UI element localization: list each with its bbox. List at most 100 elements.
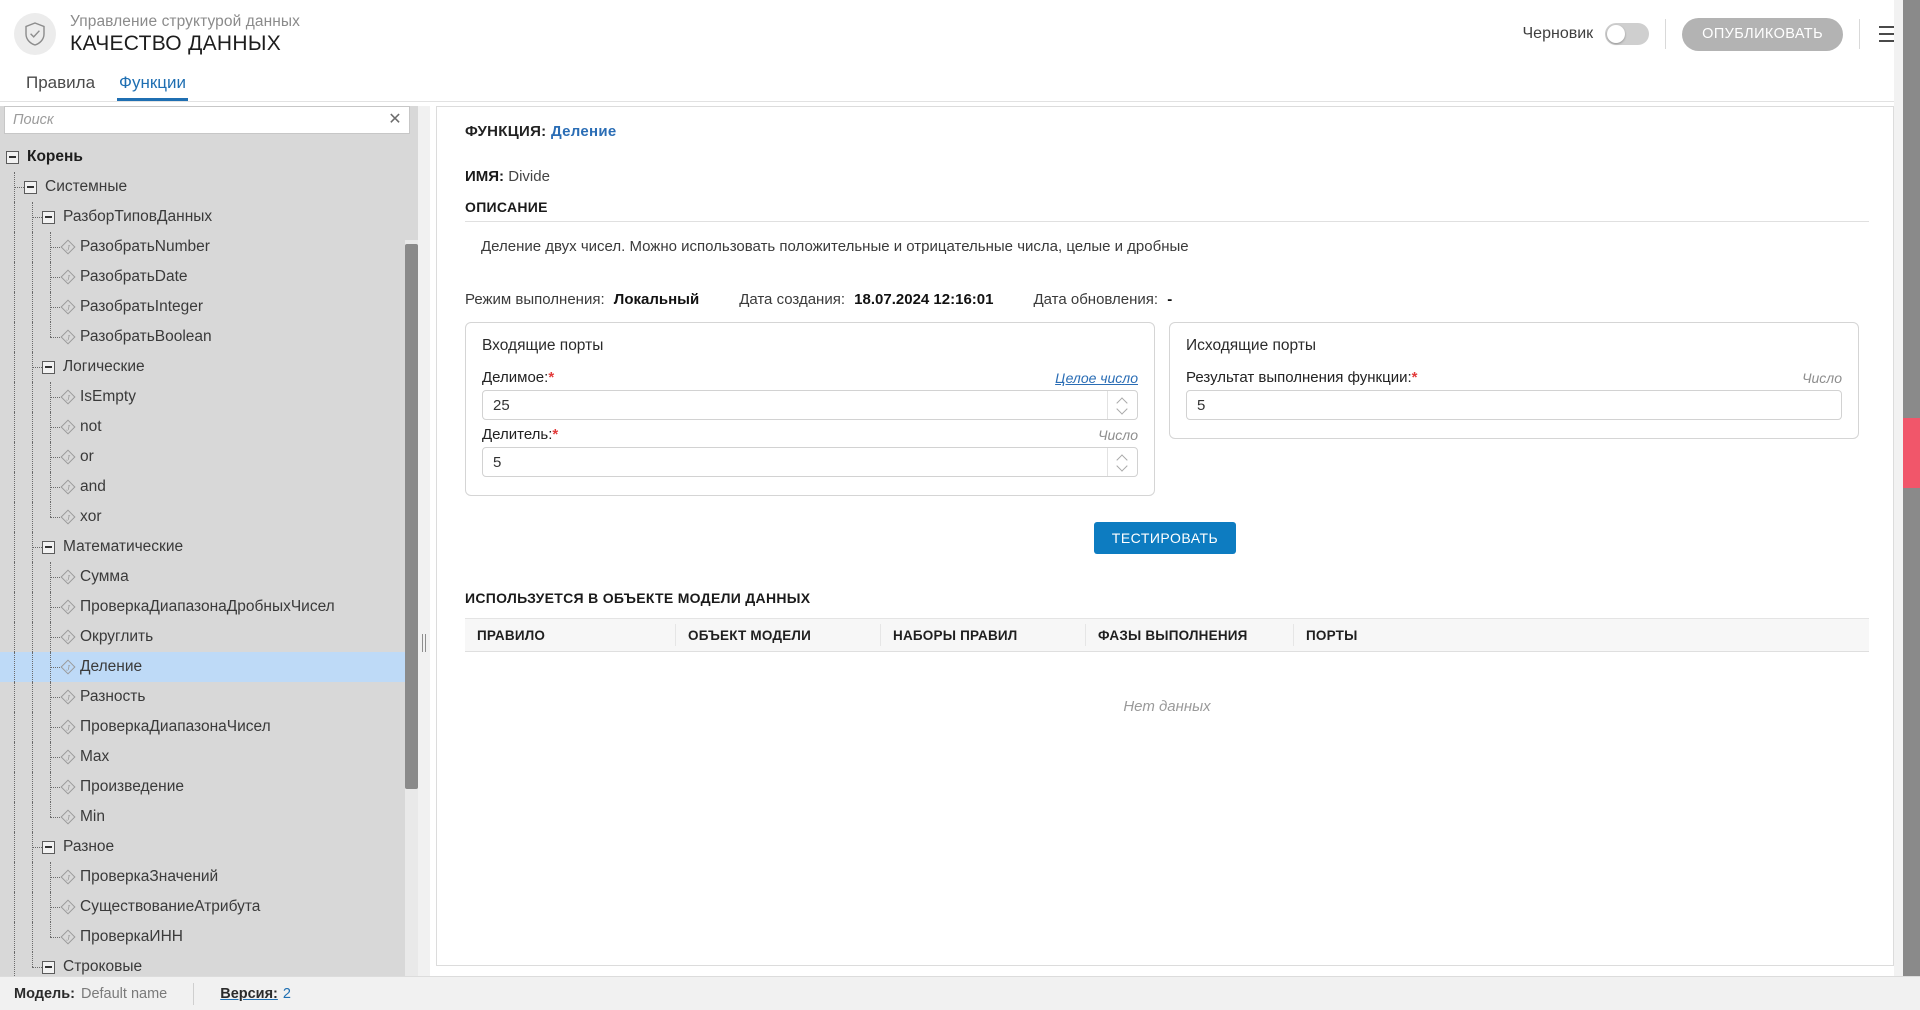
- tree-guide-segment: [42, 622, 60, 652]
- tree-collapse-icon[interactable]: [42, 841, 55, 854]
- close-icon[interactable]: ✕: [381, 112, 409, 128]
- usage-table-header: ПРАВИЛООБЪЕКТ МОДЕЛИНАБОРЫ ПРАВИЛФАЗЫ ВЫ…: [465, 618, 1869, 652]
- tree-collapse-icon[interactable]: [42, 361, 55, 374]
- tree-node[interactable]: Логические: [0, 352, 410, 382]
- tree-node[interactable]: JПроверкаДиапазонаДробныхЧисел: [0, 592, 410, 622]
- sidebar-scrollbar-thumb[interactable]: [405, 244, 418, 789]
- chevron-up-icon[interactable]: [1118, 399, 1127, 404]
- version-link[interactable]: Версия:: [220, 986, 278, 1002]
- tree-guide-segment: [24, 892, 42, 922]
- tree-node[interactable]: JСумма: [0, 562, 410, 592]
- tree-guide-segment: [6, 562, 24, 592]
- tree-collapse-icon[interactable]: [42, 961, 55, 974]
- port-type-link[interactable]: Целое число: [1055, 370, 1138, 386]
- sidebar-splitter[interactable]: [418, 106, 430, 976]
- tree-node-label: not: [78, 418, 102, 436]
- tree-node[interactable]: JРазобратьDate: [0, 262, 410, 292]
- port-input-wrapper[interactable]: [482, 447, 1138, 477]
- tree-collapse-icon[interactable]: [42, 211, 55, 224]
- function-name-link[interactable]: Деление: [551, 123, 617, 140]
- tree-node[interactable]: JРазобратьInteger: [0, 292, 410, 322]
- tree-node[interactable]: Jand: [0, 472, 410, 502]
- tree-node[interactable]: JПроверкаДиапазонаЧисел: [0, 712, 410, 742]
- tree-guide-segment: [42, 292, 60, 322]
- search-box[interactable]: ✕: [4, 106, 410, 134]
- tree-guide-segment: [24, 532, 42, 562]
- tree-node[interactable]: JMax: [0, 742, 410, 772]
- tree-guide-segment: [24, 712, 42, 742]
- tree-guides: [6, 802, 60, 832]
- tree-node[interactable]: JПроизведение: [0, 772, 410, 802]
- tab-functions[interactable]: Функции: [107, 73, 198, 101]
- tree-guide-segment: [42, 922, 60, 952]
- search-input[interactable]: [5, 112, 381, 128]
- tree-node[interactable]: JРазобратьBoolean: [0, 322, 410, 352]
- app-title: КАЧЕСТВО ДАННЫХ: [70, 31, 300, 56]
- tree-node[interactable]: Разное: [0, 832, 410, 862]
- tree-node[interactable]: JПроверкаИНН: [0, 922, 410, 952]
- publish-button[interactable]: ОПУБЛИКОВАТЬ: [1682, 18, 1843, 51]
- tree-node-label: РазобратьInteger: [78, 298, 203, 316]
- tree-node[interactable]: JРазность: [0, 682, 410, 712]
- tree-node[interactable]: JПроверкаЗначений: [0, 862, 410, 892]
- chevron-down-icon[interactable]: [1118, 464, 1127, 469]
- tree-node[interactable]: Строковые: [0, 952, 410, 976]
- tree-guides: [6, 412, 60, 442]
- number-stepper[interactable]: [1107, 391, 1137, 419]
- brand: Управление структурой данных КАЧЕСТВО ДА…: [14, 12, 300, 56]
- tree-guide-segment: [42, 712, 60, 742]
- tree-guide-segment: [6, 202, 24, 232]
- chevron-down-icon[interactable]: [1118, 407, 1127, 412]
- tree-guides: [6, 682, 60, 712]
- port-input-wrapper[interactable]: [1186, 390, 1842, 420]
- port-value-input[interactable]: [1187, 397, 1841, 414]
- page-scrollbar[interactable]: [1903, 0, 1920, 1010]
- chevron-up-icon[interactable]: [1118, 456, 1127, 461]
- tree-guide-segment: [6, 652, 24, 682]
- tree-node[interactable]: Математические: [0, 532, 410, 562]
- tree-node[interactable]: JДеление: [0, 652, 410, 682]
- tree-node[interactable]: JIsEmpty: [0, 382, 410, 412]
- tree-node[interactable]: JОкруглить: [0, 622, 410, 652]
- port-value-input[interactable]: [483, 397, 1107, 414]
- input-ports-card: Входящие порты Делимое:*Целое числоДелит…: [465, 322, 1155, 496]
- tree-guides: [6, 862, 60, 892]
- port-type-label: Число: [1802, 370, 1842, 386]
- tree-node[interactable]: JРазобратьNumber: [0, 232, 410, 262]
- draft-toggle-group[interactable]: Черновик: [1523, 23, 1666, 45]
- draft-toggle[interactable]: [1605, 23, 1649, 45]
- port-input-wrapper[interactable]: [482, 390, 1138, 420]
- name-value: Divide: [508, 168, 550, 185]
- port-value-input[interactable]: [483, 454, 1107, 471]
- tree-node[interactable]: Jor: [0, 442, 410, 472]
- tree-guide-segment: [24, 682, 42, 712]
- metadata-item: Дата обновления: -: [1033, 291, 1172, 308]
- tree-guide-segment: [42, 772, 60, 802]
- tree-node-label: Разность: [78, 688, 145, 706]
- tree-node[interactable]: Системные: [0, 172, 410, 202]
- port-field-header: Делитель:*Число: [482, 426, 1138, 443]
- draft-label: Черновик: [1523, 25, 1594, 43]
- header-divider-2: [1859, 19, 1860, 49]
- tree-guides: [6, 292, 60, 322]
- tree-node-label: Произведение: [78, 778, 184, 796]
- function-diamond-icon: J: [60, 419, 76, 435]
- tree-node[interactable]: Jxor: [0, 502, 410, 532]
- function-tree[interactable]: КореньСистемныеРазборТиповДанныхJРазобра…: [0, 138, 410, 976]
- page-scrollbar-marker[interactable]: [1903, 418, 1920, 488]
- tree-node[interactable]: JСуществованиеАтрибута: [0, 892, 410, 922]
- tree-collapse-icon[interactable]: [24, 181, 37, 194]
- tree-node[interactable]: Корень: [0, 142, 410, 172]
- tree-collapse-icon[interactable]: [6, 151, 19, 164]
- tree-collapse-icon[interactable]: [42, 541, 55, 554]
- tree-guide-segment: [6, 292, 24, 322]
- tree-node[interactable]: РазборТиповДанных: [0, 202, 410, 232]
- tree-node[interactable]: Jnot: [0, 412, 410, 442]
- tree-node[interactable]: JMin: [0, 802, 410, 832]
- tree-guide-segment: [24, 322, 42, 352]
- tree-guides: [6, 322, 60, 352]
- test-button[interactable]: ТЕСТИРОВАТЬ: [1094, 522, 1236, 554]
- tab-rules[interactable]: Правила: [14, 73, 107, 101]
- tree-guide-segment: [24, 442, 42, 472]
- number-stepper[interactable]: [1107, 448, 1137, 476]
